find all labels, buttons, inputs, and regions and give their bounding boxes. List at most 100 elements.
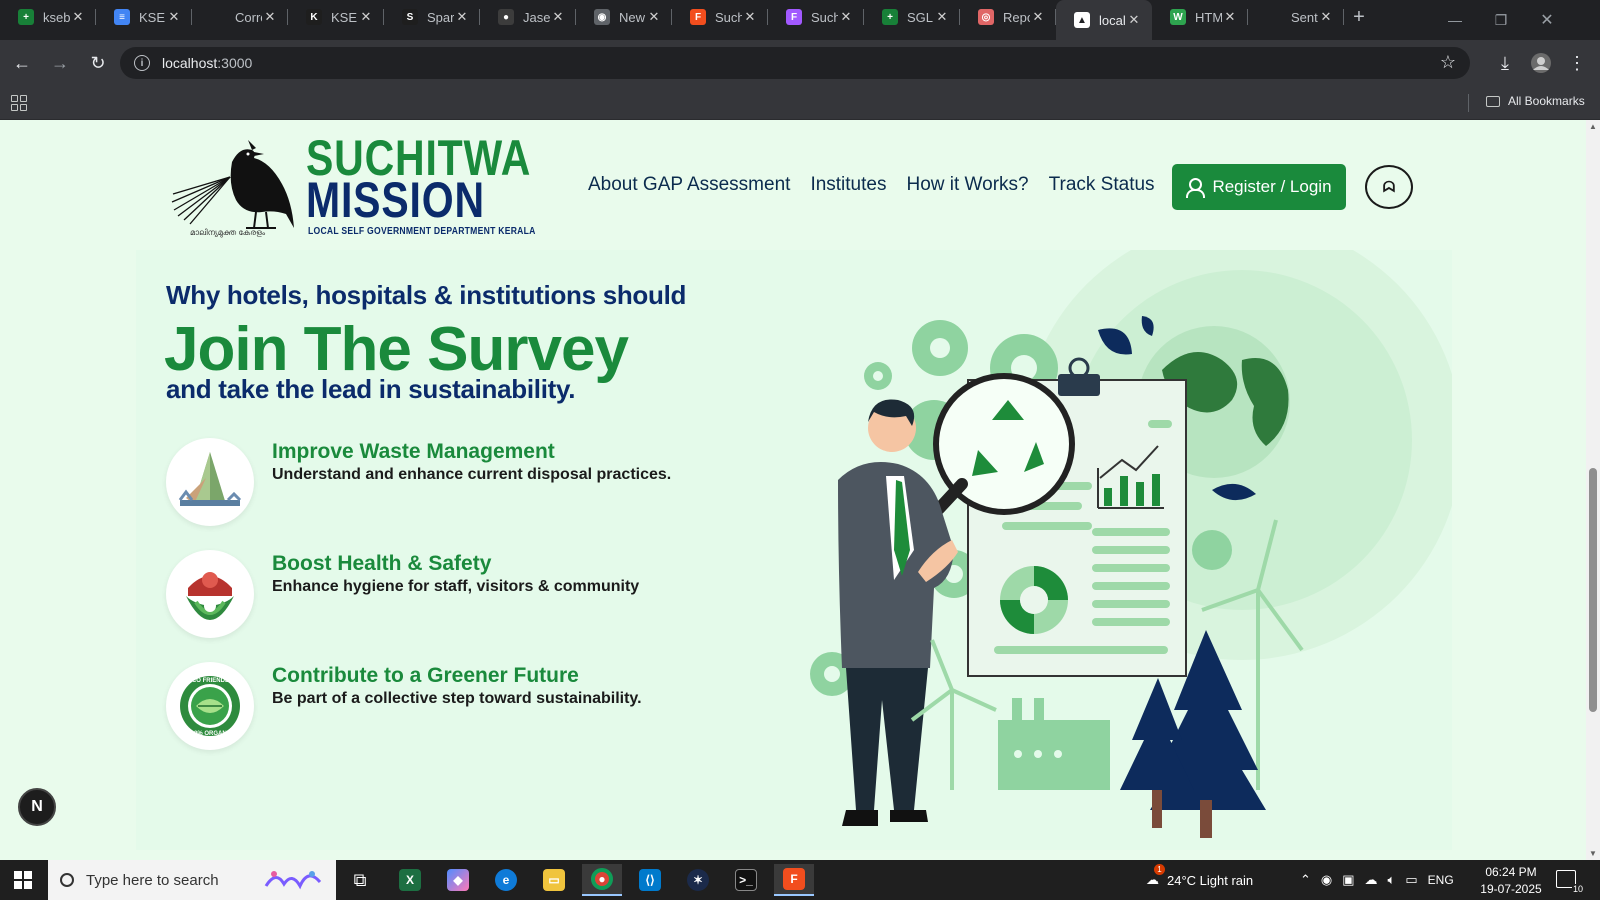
task-view-icon[interactable]: ⧉ [340, 864, 380, 896]
browser-tab[interactable]: ● Jasee✕ [480, 0, 576, 34]
taskbar-chrome-icon[interactable]: ● [582, 864, 622, 896]
feature-desc: Enhance hygiene for staff, visitors & co… [272, 578, 640, 595]
browser-tab[interactable]: F Such ✕ [768, 0, 864, 34]
volume-icon[interactable]: 🔈︎ [1388, 872, 1396, 888]
tab-close-icon[interactable]: ✕ [646, 9, 662, 25]
bookmarks-bar: All Bookmarks [0, 86, 1600, 120]
tab-close-icon[interactable]: ✕ [550, 9, 566, 25]
close-window-button[interactable]: ✕ [1524, 0, 1570, 40]
tab-close-icon[interactable]: ✕ [1126, 12, 1142, 28]
tab-close-icon[interactable]: ✕ [358, 9, 374, 25]
all-bookmarks-button[interactable]: All Bookmarks [1486, 94, 1585, 108]
browser-tab[interactable]: K KSEB✕ [288, 0, 384, 34]
dev-badge-label: N [31, 798, 43, 815]
suchitwa-mission-logo[interactable]: SUCHITWA MISSION LOCAL SELF GOVERNMENT D… [170, 132, 540, 238]
onedrive-icon[interactable]: ☁ [1365, 872, 1378, 888]
page-scrollbar[interactable]: ▲ ▼ [1586, 120, 1600, 860]
browser-tab[interactable]: Corre✕ [192, 0, 288, 34]
site-info-icon[interactable]: i [134, 55, 150, 71]
notifications-icon[interactable]: 10 [1556, 870, 1584, 894]
download-icon[interactable]: ⤓ [1490, 48, 1520, 78]
taskbar-file-explorer-icon[interactable]: ▭ [534, 864, 574, 896]
taskbar-clock[interactable]: 06:24 PM 19-07-2025 [1480, 864, 1542, 898]
profile-avatar[interactable] [1526, 48, 1556, 78]
tab-close-icon[interactable]: ✕ [934, 9, 950, 25]
browser-tab[interactable]: + SGLR✕ [864, 0, 960, 34]
taskbar-search-box[interactable]: Type here to search [48, 860, 336, 900]
tab-title: KSEB [139, 9, 166, 25]
scrollbar-thumb[interactable] [1589, 468, 1597, 712]
taskbar-davinci-icon[interactable]: ✶ [678, 864, 718, 896]
browser-tab[interactable]: ◎ Repo✕ [960, 0, 1056, 34]
browser-tab[interactable]: F Such ✕ [672, 0, 768, 34]
browser-tab[interactable]: W HTM ✕ [1152, 0, 1248, 34]
tab-close-icon[interactable]: ✕ [1318, 9, 1334, 25]
feature-waste-management: Improve Waste Management Understand and … [166, 438, 726, 530]
taskbar-edge-icon[interactable]: e [486, 864, 526, 896]
tab-favicon-icon: S [402, 9, 418, 25]
taskbar-vscode-icon[interactable]: ⟨⟩ [630, 864, 670, 896]
account-circle-button[interactable]: ᗣ [1365, 165, 1413, 209]
tab-title: KSEB [331, 9, 358, 25]
apps-grid-icon[interactable] [11, 95, 27, 111]
tab-close-icon[interactable]: ✕ [70, 9, 86, 25]
browser-tab[interactable]: ▲ local ✕ [1056, 0, 1152, 40]
browser-tab[interactable]: + kseb ✕ [0, 0, 96, 34]
taskbar-excel-icon[interactable]: X [390, 864, 430, 896]
tab-title: Spare [427, 9, 454, 25]
show-hidden-icons-icon[interactable]: ⌃ [1300, 872, 1311, 888]
waste-management-icon [166, 438, 254, 526]
scroll-up-arrow-icon[interactable]: ▲ [1589, 122, 1597, 131]
tab-close-icon[interactable]: ✕ [262, 9, 278, 25]
minimize-button[interactable]: — [1432, 0, 1478, 40]
windows-taskbar: Type here to search ⧉ X ◆ e ▭ ● ⟨⟩ ✶ >_ … [0, 860, 1600, 900]
search-highlight-icon [264, 871, 322, 890]
bookmark-star-icon[interactable]: ☆ [1440, 52, 1456, 73]
browser-tab[interactable]: ◉ New ✕ [576, 0, 672, 34]
browser-tab[interactable]: S Spare✕ [384, 0, 480, 34]
language-indicator[interactable]: ENG [1428, 873, 1454, 887]
tab-close-icon[interactable]: ✕ [838, 9, 854, 25]
tab-favicon-icon: ≡ [114, 9, 130, 25]
feature-greener-future: ECO FRIENDLY 100% ORGANIC Contribute to … [166, 662, 726, 754]
tab-title: SGLR [907, 9, 934, 25]
tab-close-icon[interactable]: ✕ [1222, 9, 1238, 25]
tab-close-icon[interactable]: ✕ [1030, 9, 1046, 25]
reload-button[interactable]: ↻ [80, 45, 116, 81]
tab-close-icon[interactable]: ✕ [454, 9, 470, 25]
menu-kebab-icon[interactable]: ⋮ [1562, 48, 1592, 78]
restore-button[interactable]: ❐ [1478, 0, 1524, 40]
nav-how-it-works[interactable]: How it Works? [906, 174, 1028, 196]
nav-about-gap[interactable]: About GAP Assessment [588, 174, 790, 196]
windows-start-icon[interactable] [14, 871, 32, 889]
meet-now-icon[interactable]: ▣ [1342, 872, 1354, 888]
feature-desc: Understand and enhance current disposal … [272, 466, 672, 483]
nav-track-status[interactable]: Track Status [1049, 174, 1155, 196]
network-icon[interactable]: ▭ [1405, 872, 1417, 888]
nextjs-dev-badge[interactable]: N [18, 788, 56, 826]
forward-button[interactable]: → [42, 45, 78, 81]
main-nav: About GAP Assessment Institutes How it W… [588, 174, 1155, 196]
nav-institutes[interactable]: Institutes [810, 174, 886, 196]
feature-title: Improve Waste Management [272, 440, 555, 463]
browser-tab[interactable]: Sent ✕ [1248, 0, 1344, 34]
tab-title: kseb [43, 9, 70, 25]
tab-close-icon[interactable]: ✕ [166, 9, 182, 25]
feature-desc: Be part of a collective step toward sust… [272, 690, 642, 707]
cloud-rain-icon: ☁ 1 [1146, 864, 1165, 888]
tab-close-icon[interactable]: ✕ [742, 9, 758, 25]
record-icon[interactable]: ◉ [1321, 872, 1332, 888]
taskbar-copilot-icon[interactable]: ◆ [438, 864, 478, 896]
address-bar[interactable]: i localhost:3000 ☆ [120, 47, 1470, 79]
taskbar-figma-icon[interactable]: F [774, 864, 814, 896]
feature-health-safety: Boost Health & Safety Enhance hygiene fo… [166, 550, 726, 642]
scroll-down-arrow-icon[interactable]: ▼ [1589, 849, 1597, 858]
taskbar-terminal-icon[interactable]: >_ [726, 864, 766, 896]
browser-tab[interactable]: ≡ KSEB✕ [96, 0, 192, 34]
new-tab-button[interactable]: + [1344, 0, 1374, 34]
weather-widget[interactable]: ☁ 1 24°C Light rain [1146, 860, 1253, 900]
register-login-button[interactable]: Register / Login [1172, 164, 1346, 210]
browser-tab-strip: +kseb✕≡KSEB✕Corre✕KKSEB✕SSpare✕●Jasee✕◉N… [0, 0, 1600, 40]
health-safety-icon [166, 550, 254, 638]
back-button[interactable]: ← [4, 45, 40, 81]
